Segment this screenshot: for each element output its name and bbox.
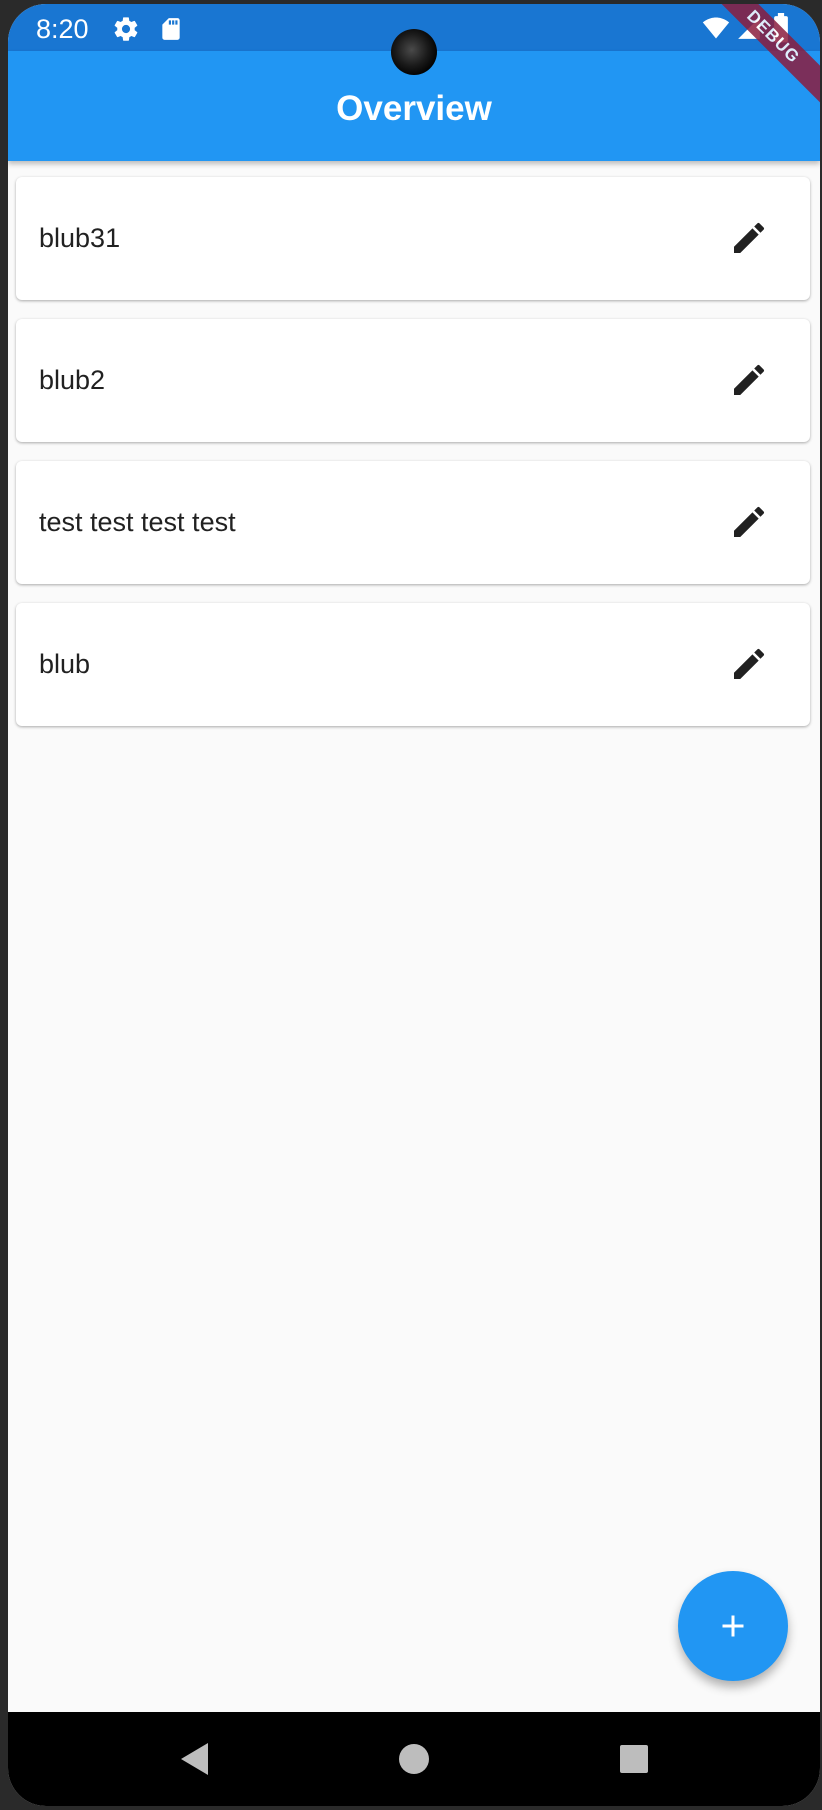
list-item-label: blub31 <box>39 223 121 253</box>
list-item[interactable]: test test test test <box>16 461 810 584</box>
sd-card-icon <box>158 15 184 48</box>
list-item-label: blub2 <box>39 365 106 395</box>
edit-icon <box>734 222 765 253</box>
device-frame: 8:20 DEBUG Overview blub31 blub2 test te… <box>8 4 820 1806</box>
page-title: Overview <box>336 89 492 128</box>
home-icon <box>399 1744 429 1774</box>
status-time: 8:20 <box>36 14 89 44</box>
recents-button[interactable] <box>589 1712 679 1806</box>
list-item-label: test test test test <box>39 507 236 537</box>
back-icon <box>181 1743 208 1775</box>
add-item-button[interactable] <box>678 1571 788 1681</box>
edit-icon <box>734 364 765 395</box>
system-nav-bar <box>8 1712 820 1806</box>
front-camera <box>391 29 437 75</box>
plus-icon <box>722 1615 744 1637</box>
edit-button[interactable] <box>726 357 772 403</box>
edit-button[interactable] <box>726 499 772 545</box>
recents-icon <box>620 1745 648 1773</box>
edit-icon <box>734 506 765 537</box>
list-item[interactable]: blub <box>16 603 810 726</box>
list-item[interactable]: blub2 <box>16 319 810 442</box>
gear-icon <box>112 15 140 48</box>
back-button[interactable] <box>150 1712 240 1806</box>
home-button[interactable] <box>369 1712 459 1806</box>
edit-icon <box>734 648 765 679</box>
edit-button[interactable] <box>726 215 772 261</box>
screen: 8:20 DEBUG Overview blub31 blub2 test te… <box>8 4 820 1806</box>
wifi-icon <box>700 14 732 47</box>
list-item-label: blub <box>39 649 91 679</box>
list-item[interactable]: blub31 <box>16 177 810 300</box>
edit-button[interactable] <box>726 641 772 687</box>
